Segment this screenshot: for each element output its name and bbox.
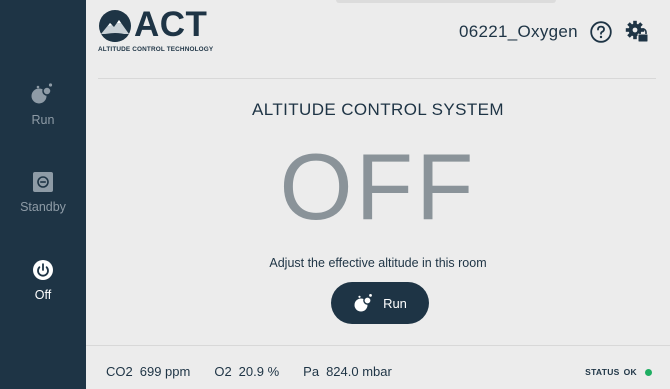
mountain-logo-icon (99, 10, 131, 42)
run-button-label: Run (383, 295, 407, 311)
logo-text: ACT (134, 5, 208, 44)
run-icon (354, 294, 372, 312)
system-state: OFF (279, 134, 477, 239)
standby-icon (33, 172, 53, 192)
stat-name: Pa (303, 364, 320, 379)
sidebar-item-off[interactable]: Off (0, 259, 86, 302)
main-panel: ACT ALTITUDE CONTROL TECHNOLOGY 06221_Ox… (86, 0, 670, 389)
stat-pa: Pa 824.0 mbar (303, 364, 392, 379)
stat-name: CO2 (106, 364, 133, 379)
header-divider (98, 78, 656, 79)
stat-value: 699 ppm (139, 364, 191, 379)
sidebar: Run Standby Off (0, 0, 86, 389)
footer-divider (86, 345, 670, 346)
settings-lock-icon[interactable] (625, 20, 649, 44)
top-shade (336, 0, 556, 3)
status-dot (645, 368, 652, 376)
device-name: 06221_Oxygen (459, 22, 578, 41)
stat-value: 824.0 mbar (326, 364, 392, 379)
stat-o2: O2 20.9 % (214, 364, 279, 379)
status-label: STATUS (585, 367, 620, 377)
logo: ACT ALTITUDE CONTROL TECHNOLOGY (98, 5, 228, 56)
status-indicator: STATUS OK (585, 367, 652, 377)
stat-co2: CO2 699 ppm (106, 364, 190, 379)
sidebar-item-label: Run (31, 113, 55, 127)
sidebar-item-label: Off (34, 288, 52, 302)
sidebar-item-label: Standby (20, 200, 66, 214)
run-icon (31, 83, 53, 104)
help-icon[interactable] (590, 21, 612, 43)
instruction-text: Adjust the effective altitude in this ro… (269, 256, 487, 270)
sensor-readings: CO2 699 ppm O2 20.9 % Pa 824.0 mbar (106, 364, 416, 379)
sidebar-item-standby[interactable]: Standby (0, 171, 86, 214)
page-title: ALTITUDE CONTROL SYSTEM (252, 100, 504, 119)
run-button[interactable]: Run (331, 282, 429, 324)
power-icon (33, 260, 53, 280)
status-value: OK (623, 367, 637, 377)
stat-value: 20.9 % (238, 364, 280, 379)
logo-tagline: ALTITUDE CONTROL TECHNOLOGY (98, 46, 214, 53)
sidebar-item-run[interactable]: Run (0, 82, 86, 127)
stat-name: O2 (214, 364, 232, 379)
